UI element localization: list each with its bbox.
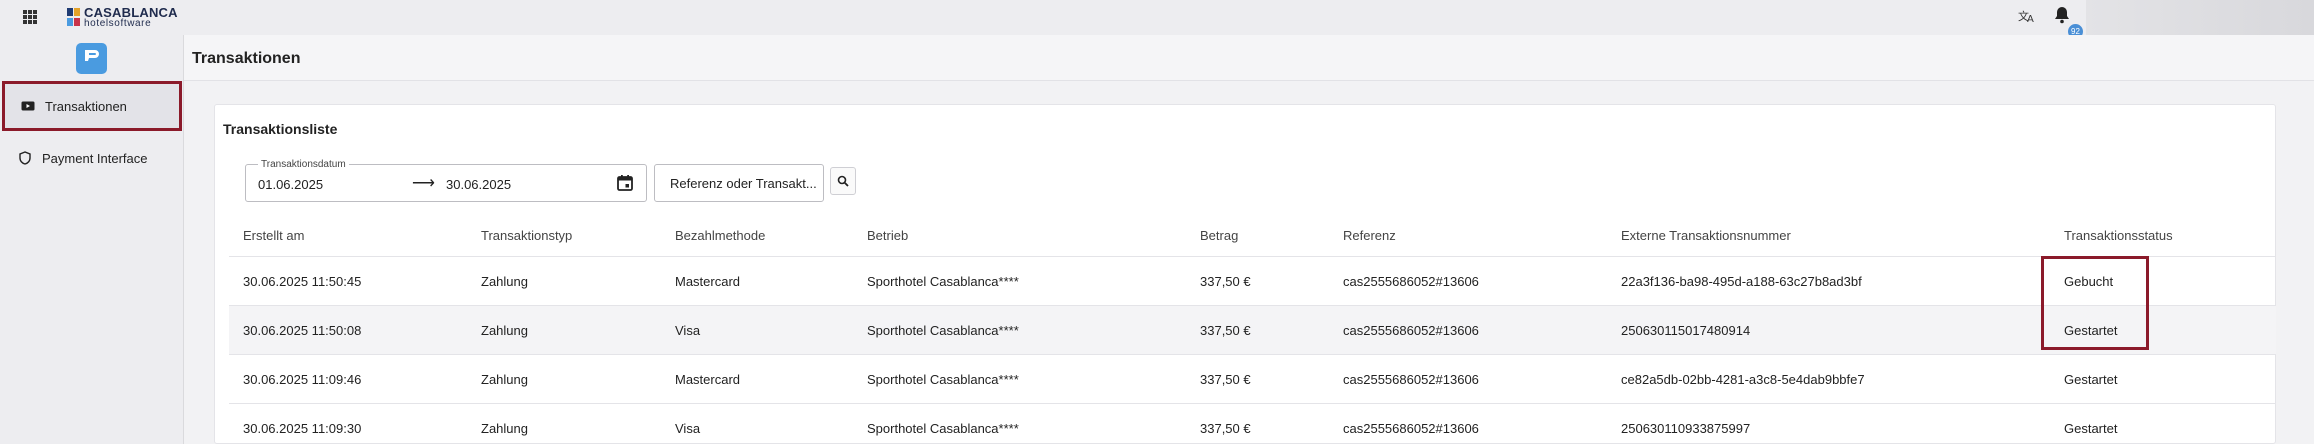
- column-header[interactable]: Bezahlmethode: [675, 215, 765, 257]
- column-header[interactable]: Externe Transaktionsnummer: [1621, 215, 1791, 257]
- cell-status: Gestartet: [2064, 421, 2118, 436]
- cell-property: Sporthotel Casablanca****: [867, 274, 1019, 289]
- cell-external-id: ce82a5db-02bb-4281-a3c8-5e4dab9bbfe7: [1621, 372, 1865, 387]
- casablanca-logo[interactable]: CASABLANCA hotelsoftware: [67, 4, 178, 30]
- video-card-icon: [21, 99, 35, 113]
- table-row[interactable]: 30.06.2025 11:50:08 Zahlung Visa Sportho…: [229, 306, 2276, 355]
- cell-payment-method: Visa: [675, 323, 701, 338]
- cell-reference: cas2555686052#13606: [1343, 323, 1479, 338]
- top-bar: CASABLANCA hotelsoftware 文A 92: [0, 0, 2314, 39]
- cell-type: Zahlung: [481, 274, 528, 289]
- logo-subtitle: hotelsoftware: [84, 17, 152, 29]
- table-header: Erstellt am Transaktionstyp Bezahlmethod…: [229, 215, 2276, 257]
- cell-payment-method: Mastercard: [675, 372, 741, 387]
- cell-reference: cas2555686052#13606: [1343, 421, 1479, 436]
- cell-amount: 337,50 €: [1200, 372, 1251, 387]
- column-header[interactable]: Betrieb: [867, 215, 908, 257]
- column-header[interactable]: Transaktionsstatus: [2064, 215, 2173, 257]
- column-header[interactable]: Betrag: [1200, 215, 1238, 257]
- cell-created: 30.06.2025 11:09:30: [243, 421, 362, 436]
- payment-app-icon[interactable]: [76, 43, 107, 74]
- cell-type: Zahlung: [481, 372, 528, 387]
- logo-mark: [67, 8, 80, 26]
- table-row[interactable]: 30.06.2025 11:50:45 Zahlung Mastercard S…: [229, 257, 2276, 306]
- cell-reference: cas2555686052#13606: [1343, 274, 1479, 289]
- cell-created: 30.06.2025 11:50:08: [243, 323, 362, 338]
- sidebar-item-label: Payment Interface: [42, 150, 148, 166]
- cell-created: 30.06.2025 11:09:46: [243, 372, 362, 387]
- arrow-right-icon: ⟶: [412, 175, 435, 192]
- column-header[interactable]: Erstellt am: [243, 215, 304, 257]
- logo-name: CASABLANCA: [84, 4, 178, 20]
- cell-amount: 337,50 €: [1200, 421, 1251, 436]
- shield-icon: [18, 151, 32, 165]
- bell-icon[interactable]: [2054, 6, 2074, 26]
- column-header[interactable]: Referenz: [1343, 215, 1396, 257]
- card-title: Transaktionsliste: [223, 121, 338, 137]
- translate-icon[interactable]: 文A: [2017, 8, 2037, 26]
- cell-external-id: 250630115017480914: [1621, 323, 1751, 338]
- transactions-table: Erstellt am Transaktionstyp Bezahlmethod…: [229, 215, 2276, 444]
- date-to-input[interactable]: 30.06.2025: [446, 177, 511, 192]
- date-range-legend: Transaktionsdatum: [258, 159, 349, 170]
- sidebar-item-transaktionen[interactable]: Transaktionen: [2, 81, 182, 131]
- cell-payment-method: Visa: [675, 421, 701, 436]
- cell-external-id: 22a3f136-ba98-495d-a188-63c27b8ad3bf: [1621, 274, 1862, 289]
- cell-reference: cas2555686052#13606: [1343, 372, 1479, 387]
- table-row[interactable]: 30.06.2025 11:09:46 Zahlung Mastercard S…: [229, 355, 2276, 404]
- cell-status: Gestartet: [2064, 323, 2118, 338]
- cell-status: Gestartet: [2064, 372, 2118, 387]
- svg-text:A: A: [2027, 14, 2034, 24]
- search-button[interactable]: [830, 167, 856, 195]
- cell-amount: 337,50 €: [1200, 323, 1251, 338]
- cell-property: Sporthotel Casablanca****: [867, 323, 1019, 338]
- cell-type: Zahlung: [481, 421, 528, 436]
- search-icon: [837, 175, 849, 187]
- cell-property: Sporthotel Casablanca****: [867, 421, 1019, 436]
- calendar-icon[interactable]: [616, 174, 634, 192]
- cell-type: Zahlung: [481, 323, 528, 338]
- cell-created: 30.06.2025 11:50:45: [243, 274, 362, 289]
- column-header[interactable]: Transaktionstyp: [481, 215, 572, 257]
- sidebar-item-payment-interface[interactable]: Payment Interface: [2, 133, 182, 183]
- table-row[interactable]: 30.06.2025 11:09:30 Zahlung Visa Sportho…: [229, 404, 2276, 444]
- apps-grid-icon[interactable]: [23, 10, 37, 24]
- cell-amount: 337,50 €: [1200, 274, 1251, 289]
- cell-external-id: 250630110933875997: [1621, 421, 1751, 436]
- page-title: Transaktionen: [192, 50, 301, 67]
- cell-property: Sporthotel Casablanca****: [867, 372, 1019, 387]
- page-header: Transaktionen: [184, 35, 2314, 81]
- reference-search-input[interactable]: Referenz oder Transakt...: [654, 164, 824, 202]
- date-from-input[interactable]: 01.06.2025: [258, 177, 323, 192]
- cell-status: Gebucht: [2064, 274, 2114, 289]
- cell-payment-method: Mastercard: [675, 274, 741, 289]
- date-range-field[interactable]: Transaktionsdatum 01.06.2025 ⟶ 30.06.202…: [245, 159, 647, 202]
- sidebar-item-label: Transaktionen: [45, 98, 127, 114]
- user-menu[interactable]: [2086, 0, 2314, 35]
- sidebar: Transaktionen Payment Interface: [0, 35, 184, 444]
- transactions-card: Transaktionsliste Transaktionsdatum 01.0…: [214, 104, 2276, 444]
